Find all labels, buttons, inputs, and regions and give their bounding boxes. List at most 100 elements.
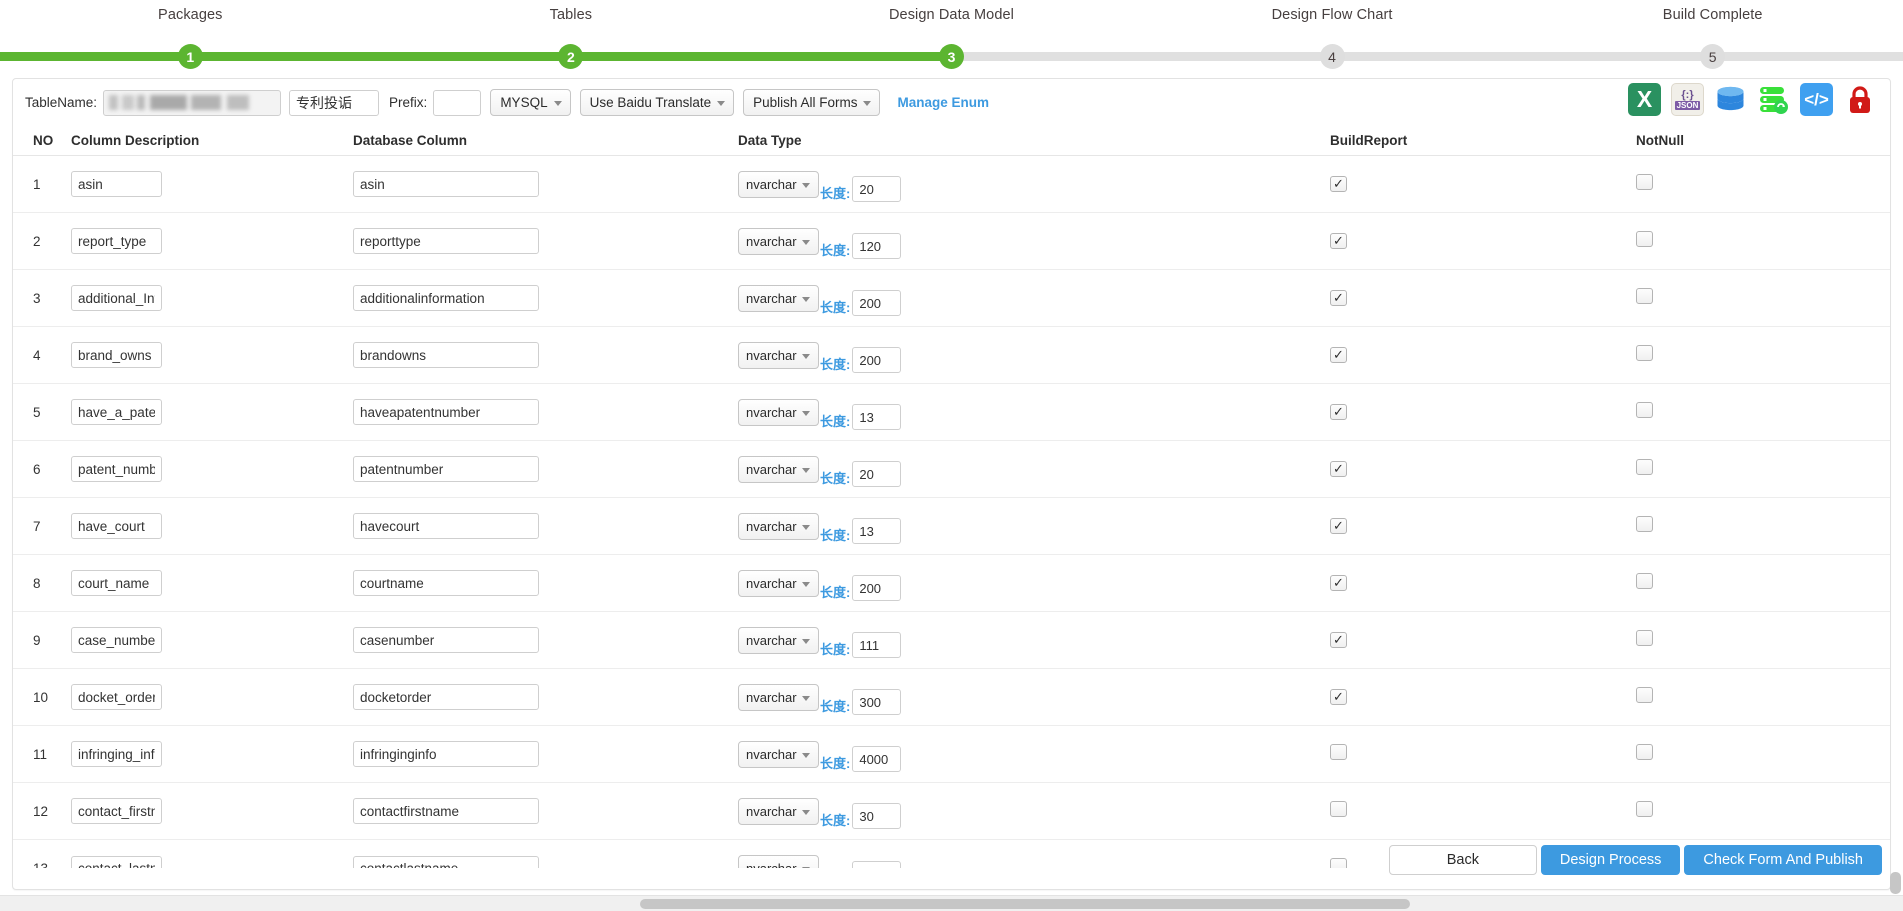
column-description-input[interactable] bbox=[71, 627, 162, 653]
export-json-icon[interactable]: {:} JSON bbox=[1671, 83, 1704, 116]
build-report-checkbox[interactable] bbox=[1330, 460, 1347, 477]
build-report-checkbox[interactable] bbox=[1330, 631, 1347, 648]
database-column-input[interactable] bbox=[353, 228, 539, 254]
build-report-checkbox[interactable] bbox=[1330, 517, 1347, 534]
length-input[interactable] bbox=[852, 461, 902, 487]
database-column-input[interactable] bbox=[353, 855, 539, 868]
build-report-checkbox[interactable] bbox=[1330, 688, 1347, 705]
build-report-checkbox[interactable] bbox=[1330, 800, 1347, 817]
build-report-checkbox[interactable] bbox=[1330, 232, 1347, 249]
database-column-input[interactable] bbox=[353, 684, 539, 710]
step-bullet-1[interactable]: 1 bbox=[177, 44, 203, 69]
length-input[interactable] bbox=[852, 746, 902, 772]
not-null-checkbox[interactable] bbox=[1636, 629, 1653, 646]
length-input[interactable] bbox=[852, 689, 902, 715]
data-type-select[interactable]: nvarchar bbox=[738, 626, 819, 654]
database-column-input[interactable] bbox=[353, 627, 539, 653]
step-bullet-5[interactable]: 5 bbox=[1700, 44, 1726, 69]
data-type-select[interactable]: nvarchar bbox=[738, 284, 819, 312]
step-bullet-2[interactable]: 2 bbox=[558, 44, 584, 69]
design-process-button[interactable]: Design Process bbox=[1540, 845, 1681, 875]
database-column-input[interactable] bbox=[353, 513, 539, 539]
column-description-input[interactable] bbox=[71, 342, 162, 368]
database-column-input[interactable] bbox=[353, 285, 539, 311]
column-description-input[interactable] bbox=[71, 285, 162, 311]
data-type-select[interactable]: nvarchar bbox=[738, 512, 819, 540]
column-description-input[interactable] bbox=[71, 855, 162, 868]
build-report-checkbox[interactable] bbox=[1330, 403, 1347, 420]
column-description-input[interactable] bbox=[71, 513, 162, 539]
translate-engine-select[interactable]: Use Baidu Translate bbox=[579, 89, 735, 116]
database-column-input[interactable] bbox=[353, 456, 539, 482]
server-sync-icon[interactable] bbox=[1757, 83, 1790, 116]
not-null-checkbox[interactable] bbox=[1636, 743, 1653, 760]
database-column-input[interactable] bbox=[353, 798, 539, 824]
not-null-checkbox[interactable] bbox=[1636, 800, 1653, 817]
data-type-select[interactable]: nvarchar bbox=[738, 855, 819, 868]
length-input[interactable] bbox=[852, 632, 902, 658]
data-type-select[interactable]: nvarchar bbox=[738, 341, 819, 369]
not-null-checkbox[interactable] bbox=[1636, 458, 1653, 475]
publish-scope-select[interactable]: Publish All Forms bbox=[743, 89, 881, 116]
display-name-input[interactable] bbox=[289, 89, 380, 116]
not-null-checkbox[interactable] bbox=[1636, 173, 1653, 190]
not-null-checkbox[interactable] bbox=[1636, 686, 1653, 703]
length-input[interactable] bbox=[852, 860, 902, 868]
tablename-input[interactable] bbox=[103, 89, 282, 116]
data-type-select[interactable]: nvarchar bbox=[738, 569, 819, 597]
not-null-checkbox[interactable] bbox=[1636, 515, 1653, 532]
column-description-input[interactable] bbox=[71, 570, 162, 596]
data-type-select[interactable]: nvarchar bbox=[738, 683, 819, 711]
data-type-select[interactable]: nvarchar bbox=[738, 797, 819, 825]
length-input[interactable] bbox=[852, 233, 902, 259]
not-null-checkbox[interactable] bbox=[1636, 230, 1653, 247]
database-column-input[interactable] bbox=[353, 171, 539, 197]
data-type-select[interactable]: nvarchar bbox=[738, 398, 819, 426]
build-report-checkbox[interactable] bbox=[1330, 346, 1347, 363]
column-description-input[interactable] bbox=[71, 399, 162, 425]
data-type-select[interactable]: nvarchar bbox=[738, 455, 819, 483]
not-null-checkbox[interactable] bbox=[1636, 401, 1653, 418]
prefix-input[interactable] bbox=[433, 89, 482, 116]
step-bullet-3[interactable]: 3 bbox=[938, 44, 964, 69]
not-null-checkbox[interactable] bbox=[1636, 344, 1653, 361]
build-report-checkbox[interactable] bbox=[1330, 289, 1347, 306]
database-column-input[interactable] bbox=[353, 399, 539, 425]
export-excel-icon[interactable]: X bbox=[1628, 83, 1661, 116]
length-input[interactable] bbox=[852, 518, 902, 544]
column-description-input[interactable] bbox=[71, 798, 162, 824]
database-column-input[interactable] bbox=[353, 570, 539, 596]
column-description-input[interactable] bbox=[71, 171, 162, 197]
manage-enum-link[interactable]: Manage Enum bbox=[897, 95, 989, 110]
check-form-and-publish-button[interactable]: Check Form And Publish bbox=[1684, 845, 1882, 875]
database-column-input[interactable] bbox=[353, 342, 539, 368]
not-null-checkbox[interactable] bbox=[1636, 287, 1653, 304]
column-description-input[interactable] bbox=[71, 228, 162, 254]
lock-icon[interactable] bbox=[1843, 83, 1876, 116]
step-bullet-4[interactable]: 4 bbox=[1319, 44, 1345, 69]
build-report-checkbox[interactable] bbox=[1330, 743, 1347, 760]
build-report-checkbox[interactable] bbox=[1330, 175, 1347, 192]
length-input[interactable] bbox=[852, 176, 902, 202]
database-icon[interactable] bbox=[1714, 83, 1747, 116]
data-type-select[interactable]: nvarchar bbox=[738, 170, 819, 198]
horizontal-scrollbar[interactable] bbox=[0, 895, 1903, 911]
vertical-scrollbar-thumb[interactable] bbox=[1890, 872, 1901, 894]
length-input[interactable] bbox=[852, 347, 902, 373]
length-input[interactable] bbox=[852, 575, 902, 601]
database-type-select[interactable]: MYSQL bbox=[490, 89, 571, 116]
not-null-checkbox[interactable] bbox=[1636, 572, 1653, 589]
column-description-input[interactable] bbox=[71, 741, 162, 767]
length-input[interactable] bbox=[852, 290, 902, 316]
length-input[interactable] bbox=[852, 803, 902, 829]
column-description-input[interactable] bbox=[71, 456, 162, 482]
view-code-icon[interactable]: </> bbox=[1800, 83, 1833, 116]
data-type-select[interactable]: nvarchar bbox=[738, 227, 819, 255]
data-type-select[interactable]: nvarchar bbox=[738, 740, 819, 768]
column-description-input[interactable] bbox=[71, 684, 162, 710]
back-button[interactable]: Back bbox=[1388, 845, 1537, 875]
horizontal-scrollbar-thumb[interactable] bbox=[640, 899, 1410, 909]
build-report-checkbox[interactable] bbox=[1330, 574, 1347, 591]
build-report-checkbox[interactable] bbox=[1330, 858, 1347, 868]
database-column-input[interactable] bbox=[353, 741, 539, 767]
